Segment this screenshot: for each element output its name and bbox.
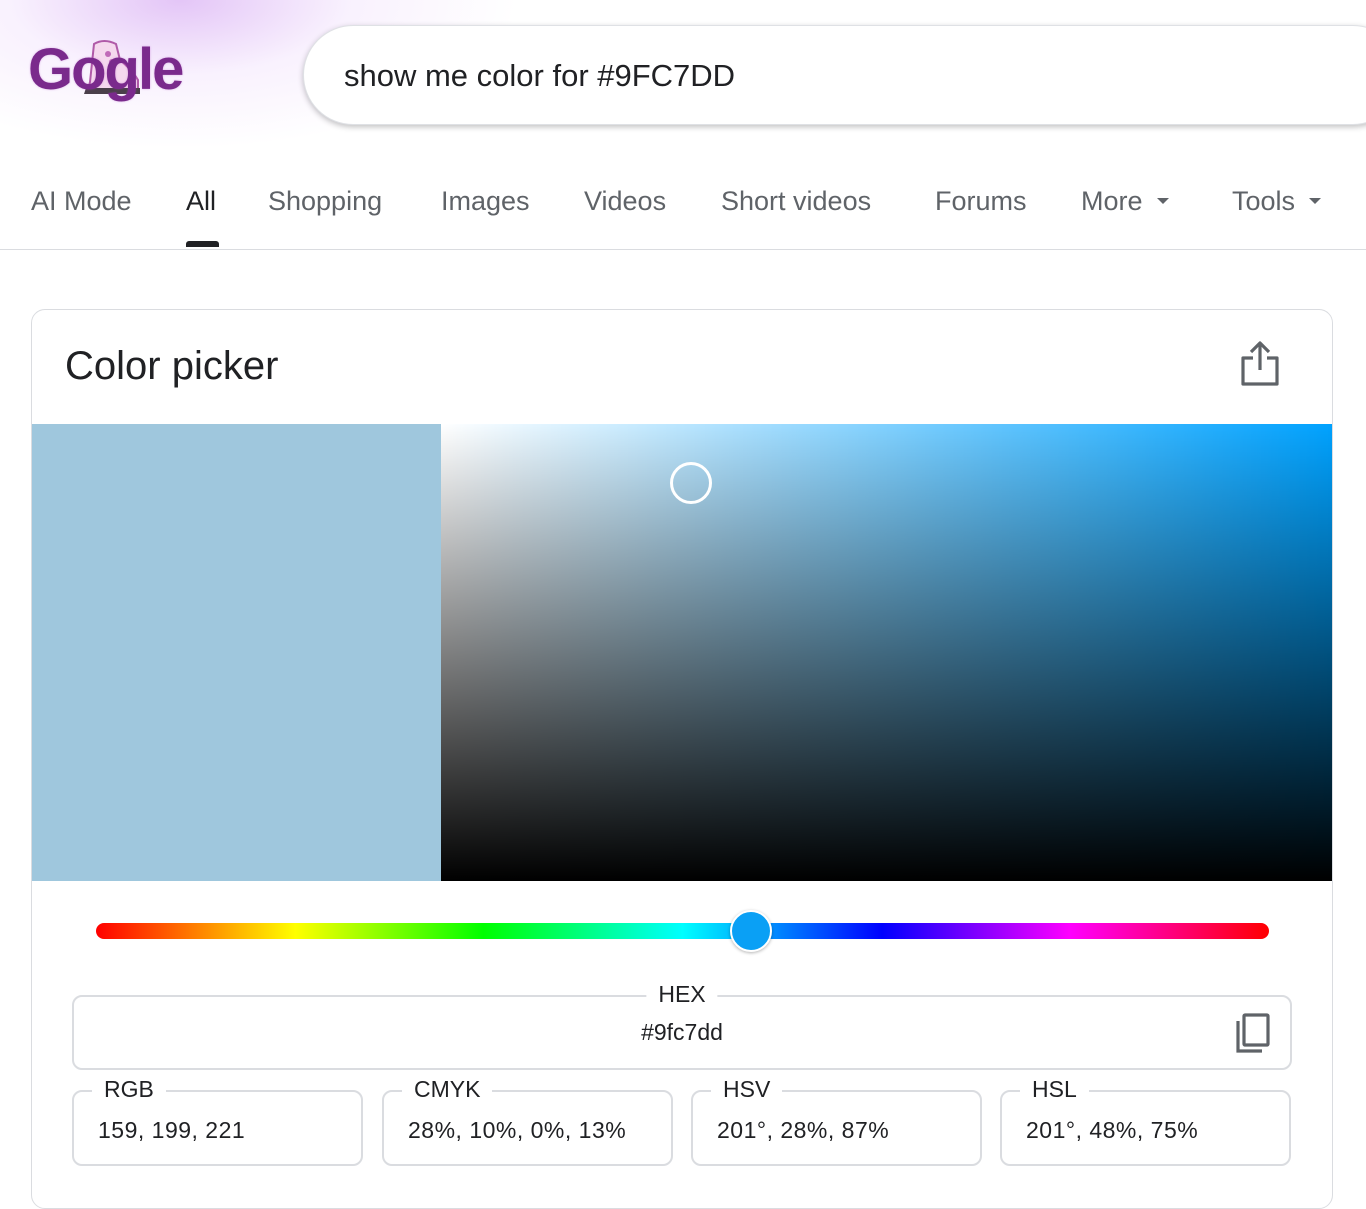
cmyk-field[interactable]: CMYK 28%, 10%, 0%, 13%	[382, 1076, 673, 1166]
tab-videos[interactable]: Videos	[584, 186, 666, 217]
share-button[interactable]	[1238, 338, 1282, 388]
hex-field[interactable]: HEX #9fc7dd	[72, 981, 1292, 1070]
hsl-field[interactable]: HSL 201°, 48%, 75%	[1000, 1076, 1291, 1166]
saturation-value-cursor[interactable]	[669, 462, 712, 505]
rgb-field[interactable]: RGB 159, 199, 221	[72, 1076, 363, 1166]
chevron-down-icon	[1309, 197, 1322, 204]
chevron-down-icon	[1156, 197, 1169, 204]
rgb-label: RGB	[92, 1076, 166, 1103]
tab-ai-mode[interactable]: AI Mode	[31, 186, 132, 217]
hue-slider-thumb[interactable]	[729, 910, 772, 952]
tab-short-videos[interactable]: Short videos	[721, 186, 871, 217]
share-icon	[1241, 341, 1279, 386]
cmyk-value[interactable]: 28%, 10%, 0%, 13%	[408, 1117, 626, 1144]
tab-shopping[interactable]: Shopping	[268, 186, 382, 217]
color-picker-card: Color picker HEX #9fc7dd RGB 159, 199, 2…	[31, 309, 1333, 1209]
tab-tools-label: Tools	[1232, 186, 1296, 216]
copy-button[interactable]	[1232, 1011, 1272, 1055]
tab-forums[interactable]: Forums	[935, 186, 1027, 217]
card-title: Color picker	[65, 344, 279, 388]
hex-value[interactable]: #9fc7dd	[74, 1019, 1290, 1046]
value-gradient	[441, 424, 1332, 881]
color-swatch-preview	[32, 424, 441, 881]
search-bar[interactable]: show me color for #9FC7DD	[303, 25, 1366, 125]
tab-more-label: More	[1081, 186, 1143, 216]
hsl-value[interactable]: 201°, 48%, 75%	[1026, 1117, 1198, 1144]
google-doodle-logo[interactable]: Gogle	[28, 30, 218, 110]
hsl-label: HSL	[1020, 1076, 1089, 1103]
hsv-field[interactable]: HSV 201°, 28%, 87%	[691, 1076, 982, 1166]
hue-slider-track[interactable]	[96, 923, 1269, 939]
tab-all[interactable]: All	[186, 186, 216, 217]
hsv-label: HSV	[711, 1076, 783, 1103]
search-tabs-nav: AI Mode All Shopping Images Videos Short…	[0, 168, 1366, 250]
logo-wordmark: Gogle	[28, 37, 184, 102]
active-tab-indicator	[186, 241, 219, 247]
tab-more[interactable]: More	[1081, 186, 1169, 217]
hex-label: HEX	[646, 981, 718, 1008]
hsv-value[interactable]: 201°, 28%, 87%	[717, 1117, 889, 1144]
tab-tools[interactable]: Tools	[1232, 186, 1322, 217]
copy-icon	[1236, 1013, 1270, 1053]
rgb-value[interactable]: 159, 199, 221	[98, 1117, 245, 1144]
tab-images[interactable]: Images	[441, 186, 530, 217]
cmyk-label: CMYK	[402, 1076, 493, 1103]
saturation-value-area[interactable]	[441, 424, 1332, 881]
search-input[interactable]: show me color for #9FC7DD	[344, 58, 735, 94]
